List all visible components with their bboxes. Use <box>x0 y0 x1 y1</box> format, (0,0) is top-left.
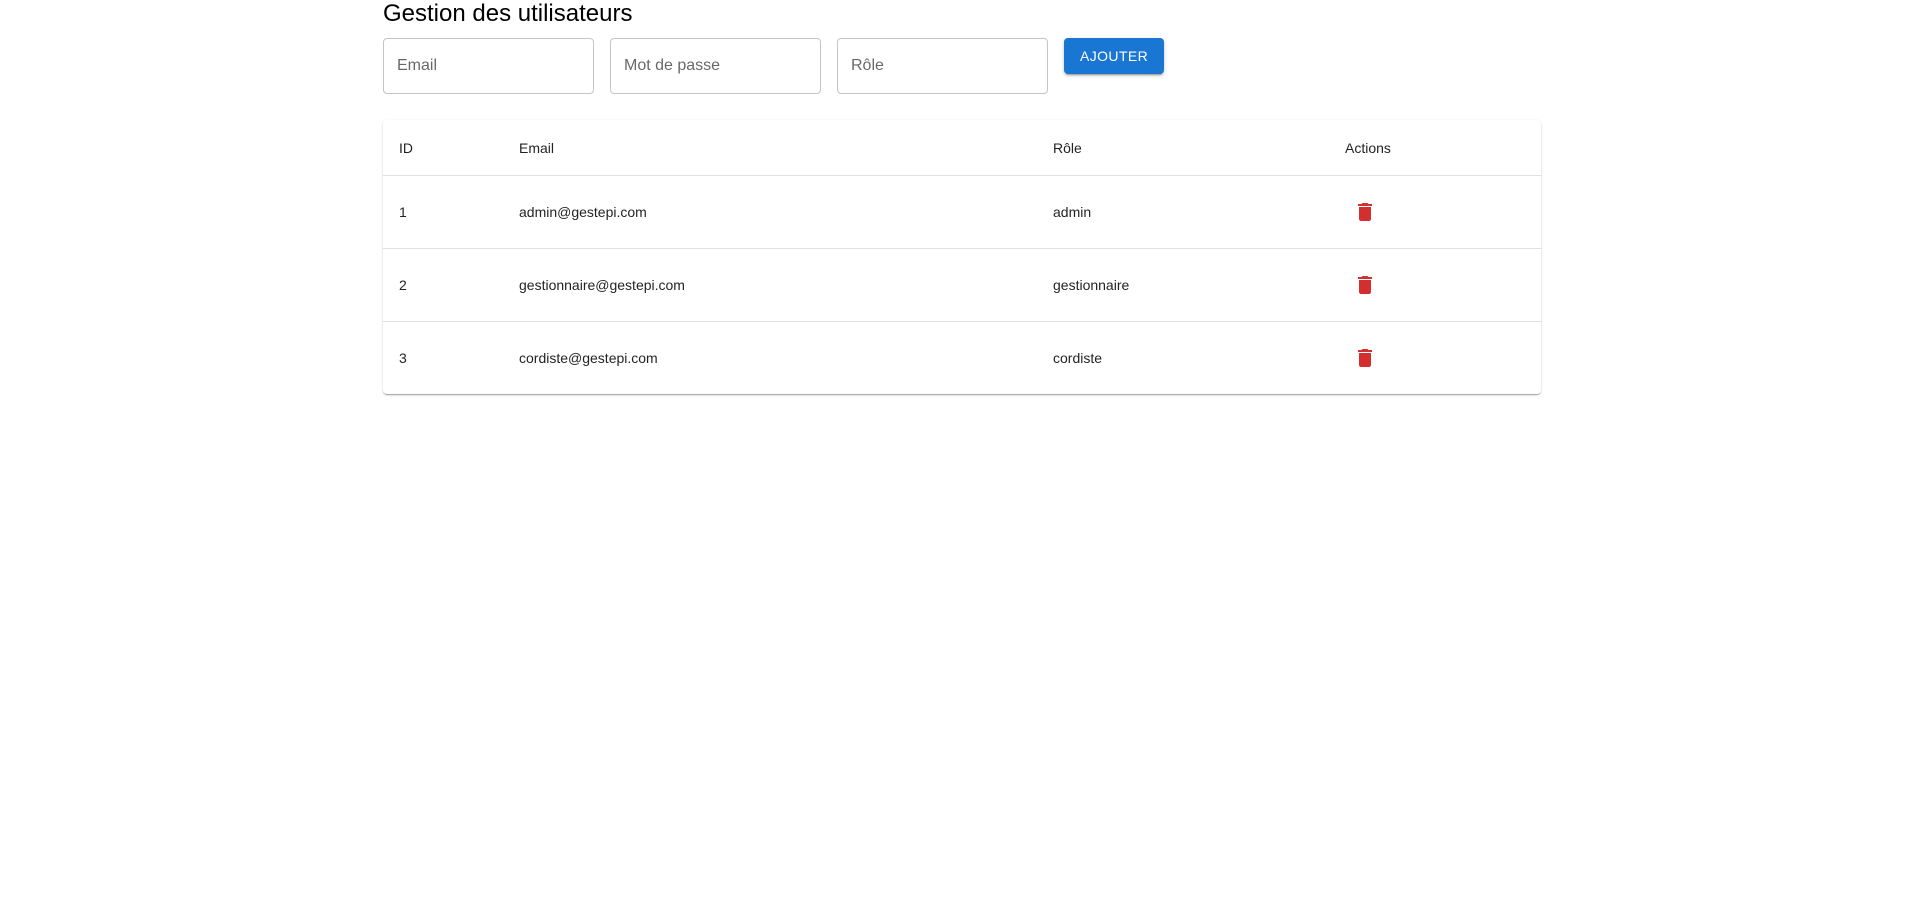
page-title: Gestion des utilisateurs <box>383 0 633 27</box>
cell-role: cordiste <box>1053 350 1103 366</box>
column-header-actions: Actions <box>1329 120 1541 176</box>
delete-user-button[interactable] <box>1345 192 1385 232</box>
cell-email: admin@gestepi.com <box>503 175 1037 249</box>
cell-id: 2 <box>383 248 503 322</box>
column-header-email: Email <box>503 120 1037 176</box>
delete-icon <box>1358 203 1372 221</box>
delete-icon <box>1358 349 1372 367</box>
cell-email: gestionnaire@gestepi.com <box>503 248 1037 322</box>
table-header-row: ID Email Rôle Actions <box>383 120 1541 176</box>
cell-id: 1 <box>383 175 503 249</box>
add-user-form: AJOUTER <box>383 38 1541 94</box>
cell-id: 3 <box>399 350 407 366</box>
delete-user-button[interactable] <box>1345 265 1385 305</box>
cell-role: admin <box>1037 175 1329 249</box>
delete-icon <box>1358 276 1372 294</box>
delete-user-button[interactable] <box>1345 338 1385 378</box>
column-header-id: ID <box>383 120 503 176</box>
cell-email: cordiste@gestepi.com <box>519 350 658 366</box>
email-field[interactable] <box>383 38 594 94</box>
user-management-panel: Gestion des utilisateurs AJOUTER ID Emai… <box>383 0 1541 394</box>
role-input[interactable] <box>838 39 1047 93</box>
table-header: ID Email Rôle Actions <box>383 120 1541 176</box>
role-field[interactable] <box>837 38 1048 94</box>
add-user-button[interactable]: AJOUTER <box>1064 38 1165 74</box>
users-table-container: ID Email Rôle Actions 1 admin@gestepi.co… <box>383 120 1541 394</box>
column-header-role: Rôle <box>1037 120 1329 176</box>
cell-actions <box>1329 248 1541 322</box>
table-row: 1 admin@gestepi.com admin <box>383 175 1541 249</box>
table-body: 1 admin@gestepi.com admin 2 gestionnaire… <box>383 175 1541 395</box>
password-input[interactable] <box>611 39 820 93</box>
email-input[interactable] <box>384 39 593 93</box>
table-row: 2 gestionnaire@gestepi.com gestionnaire <box>383 248 1541 322</box>
table-row: 3 cordiste@gestepi.com cordiste <box>383 322 1541 395</box>
cell-actions <box>1329 322 1541 395</box>
users-table: ID Email Rôle Actions 1 admin@gestepi.co… <box>383 120 1541 394</box>
cell-actions <box>1329 175 1541 249</box>
cell-role: gestionnaire <box>1037 248 1329 322</box>
password-field[interactable] <box>610 38 821 94</box>
page: Gestion des utilisateurs AJOUTER ID Emai… <box>0 0 1910 899</box>
